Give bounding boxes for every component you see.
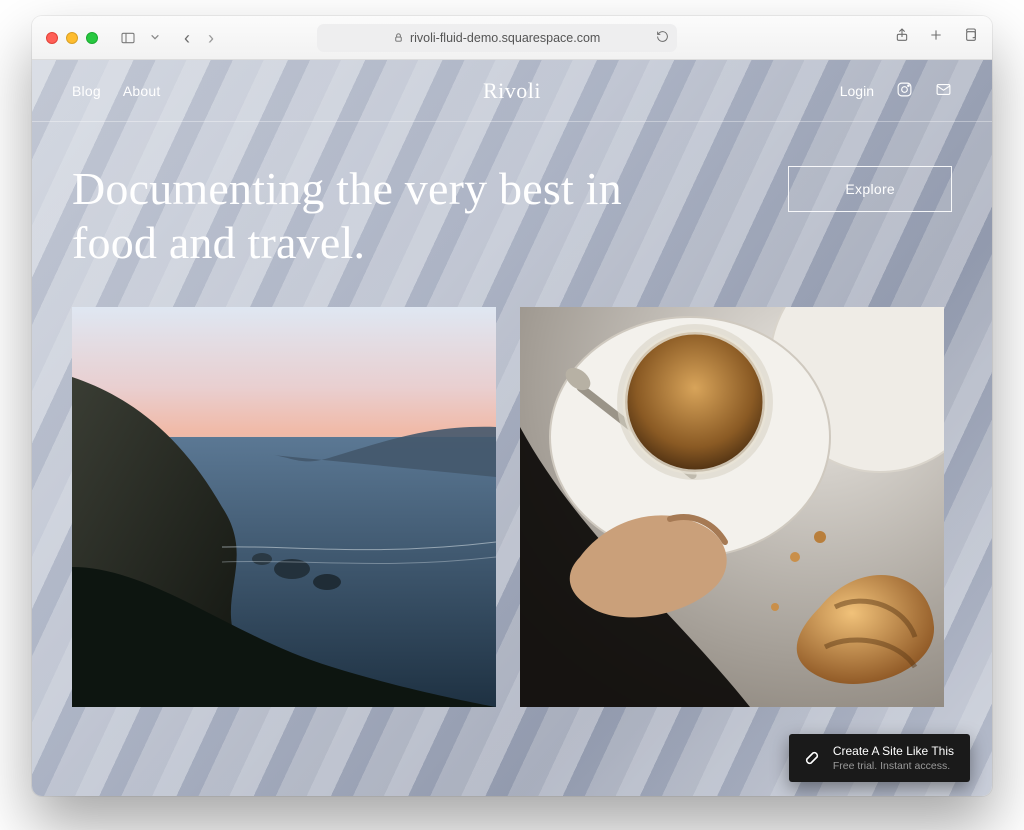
sidebar-toggle-button[interactable] xyxy=(114,27,142,49)
instagram-link[interactable] xyxy=(896,81,913,101)
site-header: Blog About Rivoli Login xyxy=(32,60,992,122)
coffee-image xyxy=(520,307,944,707)
squarespace-promo[interactable]: Create A Site Like This Free trial. Inst… xyxy=(789,734,970,782)
login-link[interactable]: Login xyxy=(840,83,874,99)
minimize-window-button[interactable] xyxy=(66,32,78,44)
tabs-icon xyxy=(962,27,978,43)
tab-overview-button[interactable] xyxy=(962,27,978,48)
featured-card-1[interactable] xyxy=(72,307,496,707)
nav-link-blog[interactable]: Blog xyxy=(72,83,101,99)
squarespace-logo-icon xyxy=(801,747,823,769)
plus-icon xyxy=(928,27,944,43)
browser-toolbar: ‹ › rivoli-fluid-demo.squarespace.com xyxy=(32,16,992,60)
mail-icon xyxy=(935,81,952,98)
hero-headline: Documenting the very best in food and tr… xyxy=(72,162,692,271)
featured-cards xyxy=(32,271,992,707)
lock-icon xyxy=(393,32,404,43)
zoom-window-button[interactable] xyxy=(86,32,98,44)
forward-button[interactable]: › xyxy=(208,29,214,47)
share-button[interactable] xyxy=(894,27,910,48)
close-window-button[interactable] xyxy=(46,32,58,44)
featured-card-2[interactable] xyxy=(520,307,944,707)
tab-group-dropdown[interactable] xyxy=(150,29,160,47)
reload-icon xyxy=(656,30,669,43)
nav-link-about[interactable]: About xyxy=(123,83,161,99)
new-tab-button[interactable] xyxy=(928,27,944,48)
instagram-icon xyxy=(896,81,913,98)
share-icon xyxy=(894,27,910,43)
promo-title: Create A Site Like This xyxy=(833,744,954,758)
back-button[interactable]: ‹ xyxy=(184,29,190,47)
primary-nav: Blog About xyxy=(72,83,160,99)
coast-image xyxy=(72,307,496,707)
sidebar-icon xyxy=(120,30,136,46)
window-controls xyxy=(46,32,98,44)
hero-section: Documenting the very best in food and tr… xyxy=(32,122,992,271)
email-link[interactable] xyxy=(935,81,952,101)
page-viewport: Blog About Rivoli Login Documenting the … xyxy=(32,60,992,796)
address-bar[interactable]: rivoli-fluid-demo.squarespace.com xyxy=(317,24,677,52)
chevron-down-icon xyxy=(150,32,160,42)
browser-window: ‹ › rivoli-fluid-demo.squarespace.com xyxy=(32,16,992,796)
promo-subtitle: Free trial. Instant access. xyxy=(833,760,954,772)
reload-button[interactable] xyxy=(656,30,669,46)
explore-button[interactable]: Explore xyxy=(788,166,952,212)
address-bar-text: rivoli-fluid-demo.squarespace.com xyxy=(410,31,600,45)
